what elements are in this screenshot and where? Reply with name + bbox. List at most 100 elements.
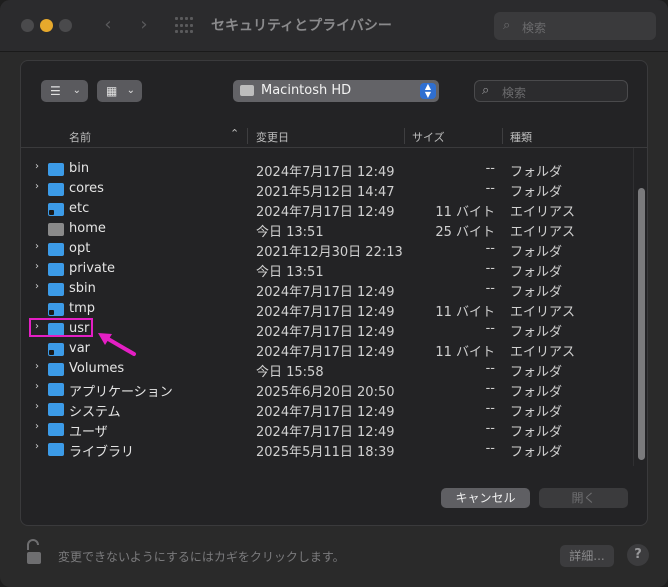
- file-kind: エイリアス: [510, 305, 576, 320]
- disclosure-triangle-icon[interactable]: ›: [35, 241, 39, 252]
- column-header: 名前 ⌃ 変更日 サイズ 種類: [21, 124, 647, 148]
- alias-icon: [48, 303, 64, 316]
- help-button[interactable]: ?: [627, 544, 649, 566]
- list-view-button[interactable]: ☰ ⌄: [41, 80, 88, 102]
- file-row[interactable]: › システム 2024年7月17日 12:49 -- フォルダ: [21, 400, 633, 420]
- system-preferences-window: ‹ › セキュリティとプライバシー ⌕ 検索 変更できないようにするにはカギをク…: [0, 0, 668, 587]
- chevron-left-icon[interactable]: ‹: [97, 14, 119, 36]
- zoom-window-button[interactable]: [59, 19, 72, 32]
- location-label: Macintosh HD: [261, 83, 352, 98]
- disclosure-triangle-icon[interactable]: ›: [35, 181, 39, 192]
- file-name: sbin: [69, 281, 96, 296]
- disclosure-triangle-icon[interactable]: ›: [35, 441, 39, 452]
- scrollbar-thumb[interactable]: [638, 188, 645, 460]
- file-name: bin: [69, 161, 90, 176]
- column-kind[interactable]: 種類: [510, 129, 532, 145]
- file-size: --: [485, 241, 495, 256]
- folder-icon: [48, 263, 64, 276]
- file-row[interactable]: › アプリケーション 2025年6月20日 20:50 -- フォルダ: [21, 380, 633, 400]
- disclosure-triangle-icon[interactable]: ›: [35, 421, 39, 432]
- file-size: --: [485, 401, 495, 416]
- lock-icon[interactable]: [25, 538, 43, 566]
- file-kind: フォルダ: [510, 365, 563, 380]
- lock-hint-text: 変更できないようにするにはカギをクリックします。: [58, 550, 345, 564]
- file-size: --: [485, 441, 495, 456]
- file-size: --: [485, 381, 495, 396]
- file-kind: フォルダ: [510, 245, 563, 260]
- file-name: opt: [69, 241, 91, 256]
- close-window-button[interactable]: [21, 19, 34, 32]
- disclosure-triangle-icon[interactable]: ›: [35, 361, 39, 372]
- file-size: 11 バイト: [435, 205, 495, 220]
- column-date[interactable]: 変更日: [256, 129, 289, 145]
- file-row[interactable]: tmp 2024年7月17日 12:49 11 バイト エイリアス: [21, 300, 633, 320]
- file-name: cores: [69, 181, 104, 196]
- advanced-button[interactable]: 詳細...: [560, 545, 614, 567]
- file-name: etc: [69, 201, 90, 216]
- file-row[interactable]: › ライブラリ 2025年5月11日 18:39 -- フォルダ: [21, 440, 633, 460]
- cancel-button[interactable]: キャンセル: [441, 488, 530, 508]
- file-modified-date: 2025年6月20日 20:50: [256, 385, 395, 400]
- file-modified-date: 2024年7月17日 12:49: [256, 405, 395, 420]
- sheet-search-field[interactable]: ⌕ 検索: [474, 80, 628, 102]
- search-icon: ⌕: [482, 83, 490, 98]
- updown-chevron-icon: ▲ ▼: [420, 83, 436, 99]
- file-modified-date: 2024年7月17日 12:49: [256, 425, 395, 440]
- disclosure-triangle-icon[interactable]: ›: [35, 161, 39, 172]
- hard-disk-icon: [240, 85, 254, 96]
- column-separator: [502, 128, 503, 144]
- column-separator: [404, 128, 405, 144]
- column-name[interactable]: 名前: [69, 129, 91, 145]
- file-kind: フォルダ: [510, 405, 563, 420]
- file-modified-date: 2024年7月17日 12:49: [256, 305, 395, 320]
- disclosure-triangle-icon[interactable]: ›: [35, 401, 39, 412]
- file-name: tmp: [69, 301, 96, 316]
- file-kind: フォルダ: [510, 165, 563, 180]
- file-modified-date: 2024年7月17日 12:49: [256, 165, 395, 180]
- file-kind: エイリアス: [510, 205, 576, 220]
- file-modified-date: 2024年7月17日 12:49: [256, 345, 395, 360]
- vertical-scrollbar[interactable]: [633, 148, 647, 466]
- file-row[interactable]: › bin 2024年7月17日 12:49 -- フォルダ: [21, 160, 633, 180]
- file-row[interactable]: home 今日 13:51 25 バイト エイリアス: [21, 220, 633, 240]
- open-button[interactable]: 開く: [539, 488, 628, 508]
- file-name: var: [69, 341, 91, 356]
- chevron-down-icon: ⌄: [72, 85, 81, 96]
- file-row[interactable]: etc 2024年7月17日 12:49 11 バイト エイリアス: [21, 200, 633, 220]
- file-modified-date: 2024年7月17日 12:49: [256, 285, 395, 300]
- file-size: --: [485, 421, 495, 436]
- location-popup[interactable]: Macintosh HD ▲ ▼: [233, 80, 439, 102]
- file-kind: フォルダ: [510, 265, 563, 280]
- file-modified-date: 今日 13:51: [256, 265, 324, 280]
- chevron-right-icon[interactable]: ›: [133, 14, 155, 36]
- file-kind: フォルダ: [510, 185, 563, 200]
- disclosure-triangle-icon[interactable]: ›: [35, 381, 39, 392]
- window-search-field[interactable]: ⌕ 検索: [494, 12, 656, 40]
- folder-icon: [48, 423, 64, 436]
- file-kind: フォルダ: [510, 285, 563, 300]
- disclosure-triangle-icon[interactable]: ›: [35, 261, 39, 272]
- file-row[interactable]: › Volumes 今日 15:58 -- フォルダ: [21, 360, 633, 380]
- folder-icon: [48, 443, 64, 456]
- minimize-window-button[interactable]: [40, 19, 53, 32]
- file-row[interactable]: › ユーザ 2024年7月17日 12:49 -- フォルダ: [21, 420, 633, 440]
- folder-icon: [48, 243, 64, 256]
- file-row[interactable]: › sbin 2024年7月17日 12:49 -- フォルダ: [21, 280, 633, 300]
- file-modified-date: 2024年7月17日 12:49: [256, 205, 395, 220]
- file-modified-date: 2024年7月17日 12:49: [256, 325, 395, 340]
- show-all-grid-icon[interactable]: [175, 17, 193, 35]
- file-size: --: [485, 361, 495, 376]
- folder-icon: [48, 383, 64, 396]
- icon-view-button[interactable]: ▦ ⌄: [97, 80, 142, 102]
- disclosure-triangle-icon[interactable]: ›: [35, 281, 39, 292]
- file-row[interactable]: › private 今日 13:51 -- フォルダ: [21, 260, 633, 280]
- file-kind: エイリアス: [510, 225, 576, 240]
- file-modified-date: 今日 13:51: [256, 225, 324, 240]
- file-name: private: [69, 261, 115, 276]
- file-name: アプリケーション: [69, 385, 173, 400]
- file-row[interactable]: › opt 2021年12月30日 22:13 -- フォルダ: [21, 240, 633, 260]
- file-row[interactable]: › cores 2021年5月12日 14:47 -- フォルダ: [21, 180, 633, 200]
- column-size[interactable]: サイズ: [412, 129, 445, 145]
- home-alias-icon: [48, 223, 64, 236]
- file-name: システム: [69, 405, 121, 420]
